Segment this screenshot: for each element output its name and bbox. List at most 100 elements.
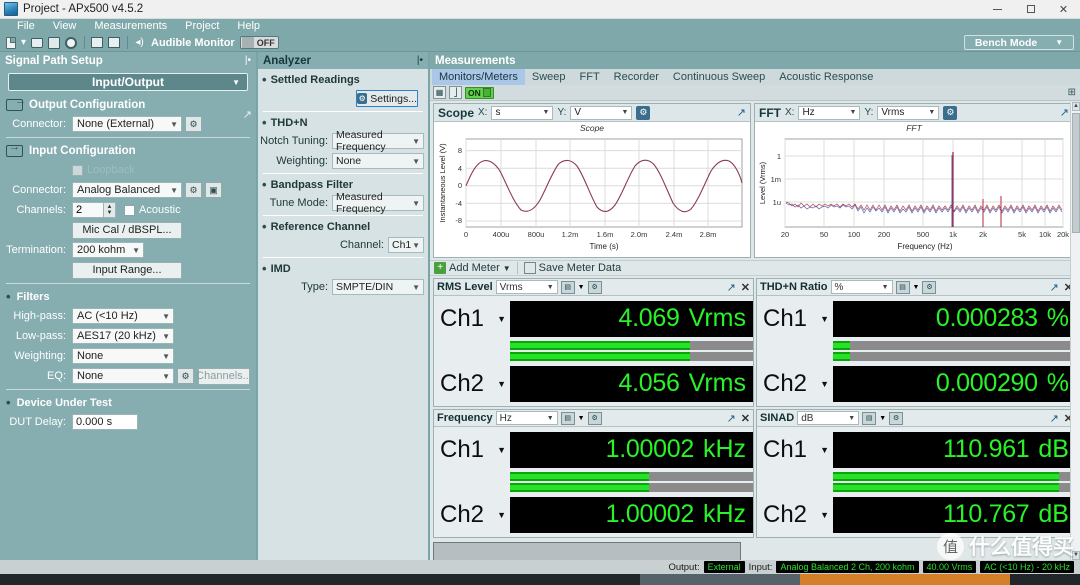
channel-selector[interactable]: Ch2 ▼ bbox=[434, 370, 510, 398]
meter-unit-select[interactable]: % ▼ bbox=[830, 280, 893, 294]
scrollbar-thumb[interactable] bbox=[1072, 113, 1080, 233]
scroll-down-icon[interactable]: ▼ bbox=[1072, 551, 1080, 560]
chevron-down-icon[interactable]: ▼ bbox=[578, 415, 585, 422]
open-external-icon[interactable]: ↗ bbox=[243, 108, 252, 121]
meter-unit-select[interactable]: Vrms ▼ bbox=[495, 280, 558, 294]
pin-panel-icon[interactable]: |• bbox=[245, 55, 251, 66]
audible-monitor-toggle[interactable]: OFF bbox=[239, 36, 279, 49]
channel-selector[interactable]: Ch2 ▼ bbox=[434, 501, 510, 529]
input-connector-settings-button[interactable]: ⚙ bbox=[185, 182, 202, 198]
channel-selector[interactable]: Ch1 ▼ bbox=[757, 436, 833, 464]
channel-selector[interactable]: Ch1 ▼ bbox=[757, 305, 833, 333]
input-connector-select[interactable]: Analog Balanced ▼ bbox=[72, 182, 182, 198]
meter-settings-gear-icon[interactable]: ⚙ bbox=[587, 280, 602, 294]
channel-selector[interactable]: Ch2 ▼ bbox=[757, 501, 833, 529]
thdn-weighting-select[interactable]: None ▼ bbox=[332, 153, 424, 169]
settings-gear-icon[interactable] bbox=[63, 35, 78, 50]
meter-display-mode-icon[interactable]: ▤ bbox=[560, 411, 575, 425]
tune-mode-select[interactable]: Measured Frequency ▼ bbox=[332, 191, 424, 215]
open-project-icon[interactable] bbox=[29, 35, 44, 50]
menu-view[interactable]: View bbox=[44, 19, 86, 34]
new-dropdown-caret-icon[interactable]: ▾ bbox=[20, 35, 27, 50]
tab-recorder[interactable]: Recorder bbox=[607, 69, 666, 85]
waveform-icon[interactable]: ⎦ bbox=[449, 86, 462, 99]
meter-unit-select[interactable]: Hz ▼ bbox=[495, 411, 558, 425]
menu-file[interactable]: File bbox=[8, 19, 44, 34]
speaker-icon[interactable]: ◂) bbox=[132, 35, 147, 50]
chevron-down-icon[interactable]: ▼ bbox=[578, 284, 585, 291]
meter-settings-gear-icon[interactable]: ⚙ bbox=[889, 411, 904, 425]
menu-measurements[interactable]: Measurements bbox=[85, 19, 176, 34]
tab-acoustic-response[interactable]: Acoustic Response bbox=[772, 69, 880, 85]
eq-channels-button[interactable]: Channels... bbox=[196, 367, 252, 385]
tab-sweep[interactable]: Sweep bbox=[525, 69, 573, 85]
meter-close-icon[interactable]: ✕ bbox=[741, 412, 750, 425]
save-icon[interactable] bbox=[46, 35, 61, 50]
meter-display-mode-icon[interactable]: ▤ bbox=[895, 280, 910, 294]
fft-x-unit-select[interactable]: Hz ▼ bbox=[798, 105, 861, 120]
monitors-on-toggle[interactable]: ON bbox=[465, 86, 494, 99]
taskbar-active-window-button[interactable] bbox=[800, 574, 1010, 585]
input-connector-monitor-button[interactable]: ▣ bbox=[205, 182, 222, 198]
fft-y-unit-select[interactable]: Vrms ▼ bbox=[877, 105, 940, 120]
acoustic-checkbox[interactable] bbox=[124, 204, 135, 216]
measurements-scrollbar[interactable]: ▲ ▼ bbox=[1070, 102, 1080, 560]
imd-type-select[interactable]: SMPTE/DIN ▼ bbox=[332, 279, 424, 295]
output-connector-select[interactable]: None (External) ▼ bbox=[72, 116, 182, 132]
scroll-up-icon[interactable]: ▲ bbox=[1072, 102, 1080, 111]
scope-y-unit-select[interactable]: V ▼ bbox=[570, 105, 633, 120]
minimize-button[interactable] bbox=[981, 0, 1014, 19]
tab-monitors-meters[interactable]: Monitors/Meters bbox=[432, 69, 525, 85]
taskbar-tray[interactable] bbox=[1010, 574, 1080, 585]
settled-readings-settings-button[interactable]: ⚙ Settings... bbox=[356, 90, 418, 107]
close-button[interactable]: ✕ bbox=[1047, 0, 1080, 19]
chevron-down-icon[interactable]: ▼ bbox=[879, 415, 886, 422]
output-connector-settings-button[interactable]: ⚙ bbox=[185, 116, 202, 132]
menu-project[interactable]: Project bbox=[176, 19, 228, 34]
tab-continuous-sweep[interactable]: Continuous Sweep bbox=[666, 69, 772, 85]
chevron-down-icon[interactable]: ▼ bbox=[913, 284, 920, 291]
eq-settings-button[interactable]: ⚙ bbox=[177, 368, 194, 384]
dut-delay-input[interactable]: 0.000 s bbox=[72, 414, 138, 430]
meter-open-external-icon[interactable]: ↗ bbox=[727, 412, 736, 425]
reference-channel-select[interactable]: Ch1 ▼ bbox=[388, 237, 424, 253]
mic-cal-button[interactable]: Mic Cal / dBSPL... bbox=[72, 221, 182, 239]
channel-selector[interactable]: Ch1 ▼ bbox=[434, 436, 510, 464]
input-range-button[interactable]: Input Range... bbox=[72, 261, 182, 279]
taskbar-window-button[interactable] bbox=[640, 574, 800, 585]
channel-selector[interactable]: Ch2 ▼ bbox=[757, 370, 833, 398]
meter-open-external-icon[interactable]: ↗ bbox=[727, 281, 736, 294]
meter-display-mode-icon[interactable]: ▤ bbox=[862, 411, 877, 425]
meter-settings-gear-icon[interactable]: ⚙ bbox=[922, 280, 937, 294]
pin-panel-icon[interactable]: |• bbox=[417, 55, 423, 66]
save-meter-data-button[interactable]: Save Meter Data bbox=[523, 262, 621, 274]
new-document-icon[interactable] bbox=[3, 35, 18, 50]
fft-open-external-icon[interactable]: ↗ bbox=[1060, 106, 1069, 119]
meter-display-mode-icon[interactable]: ▤ bbox=[560, 280, 575, 294]
loopback-checkbox[interactable] bbox=[72, 164, 83, 176]
layout-icon[interactable]: ▦ bbox=[433, 86, 446, 99]
scope-settings-gear-icon[interactable]: ⚙ bbox=[636, 105, 651, 120]
meter-close-icon[interactable]: ✕ bbox=[741, 281, 750, 294]
bench-mode-dropdown[interactable]: Bench Mode ▼ bbox=[964, 35, 1074, 50]
collapse-subbar-icon[interactable]: ⊞ bbox=[1068, 87, 1076, 98]
meter-open-external-icon[interactable]: ↗ bbox=[1050, 281, 1059, 294]
maximize-button[interactable] bbox=[1014, 0, 1047, 19]
fft-settings-gear-icon[interactable]: ⚙ bbox=[943, 105, 958, 120]
signal-path-selector[interactable]: Input/Output ▼ bbox=[8, 73, 248, 91]
notch-tuning-select[interactable]: Measured Frequency ▼ bbox=[332, 129, 424, 153]
highpass-select[interactable]: AC (<10 Hz) ▼ bbox=[72, 308, 174, 324]
meter-open-external-icon[interactable]: ↗ bbox=[1050, 412, 1059, 425]
weighting-select[interactable]: None ▼ bbox=[72, 348, 174, 364]
add-meter-button[interactable]: + Add Meter ▼ bbox=[434, 262, 511, 274]
channels-stepper[interactable]: 2 ▲ ▼ bbox=[72, 202, 116, 218]
stepper-arrows-icon[interactable]: ▲ ▼ bbox=[103, 203, 115, 217]
menu-help[interactable]: Help bbox=[228, 19, 269, 34]
waveform-icon[interactable] bbox=[106, 35, 121, 50]
eq-select[interactable]: None ▼ bbox=[72, 368, 174, 384]
meter-unit-select[interactable]: dB ▼ bbox=[797, 411, 860, 425]
signal-path-icon[interactable] bbox=[89, 35, 104, 50]
channel-selector[interactable]: Ch1 ▼ bbox=[434, 305, 510, 333]
lowpass-select[interactable]: AES17 (20 kHz) ▼ bbox=[72, 328, 174, 344]
scope-x-unit-select[interactable]: s ▼ bbox=[491, 105, 554, 120]
